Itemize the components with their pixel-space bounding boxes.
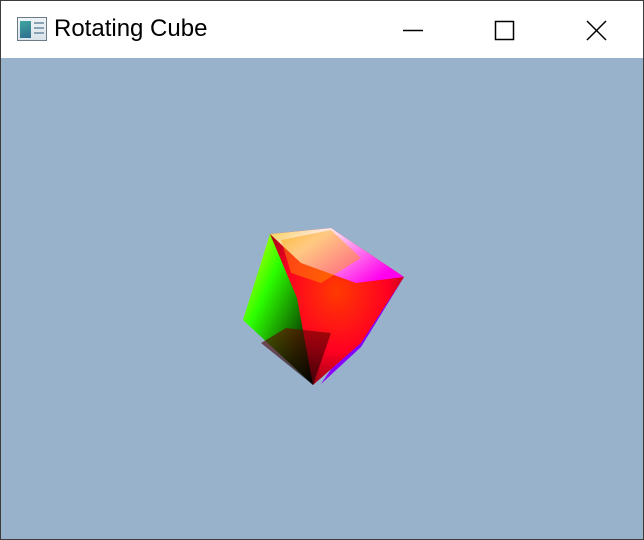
window-title: Rotating Cube	[54, 15, 208, 42]
app-window-icon[interactable]	[17, 17, 47, 41]
title-bar[interactable]: Rotating Cube	[1, 1, 643, 58]
close-icon	[586, 20, 607, 41]
rgb-color-cube	[243, 228, 404, 385]
maximize-button[interactable]	[459, 1, 551, 58]
application-window: Rotating Cube	[0, 0, 644, 540]
maximize-icon	[494, 20, 515, 41]
minimize-icon	[403, 29, 423, 32]
render-viewport[interactable]	[1, 58, 643, 539]
close-button[interactable]	[551, 1, 643, 58]
minimize-button[interactable]	[367, 1, 459, 58]
